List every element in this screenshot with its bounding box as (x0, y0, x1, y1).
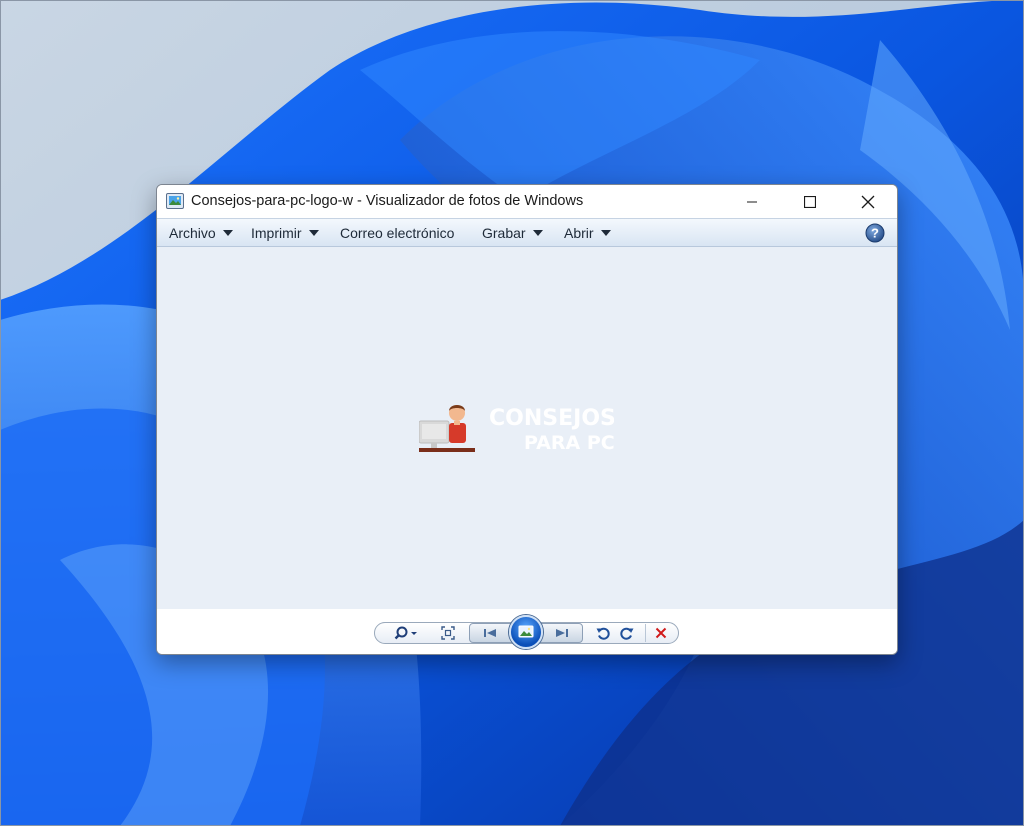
menu-imprimir[interactable]: Imprimir (251, 225, 319, 241)
image-viewport: CONSEJOS PARA PC (157, 247, 897, 609)
actual-size-icon (441, 626, 455, 640)
dropdown-arrow-icon (532, 230, 543, 236)
next-icon (556, 629, 568, 637)
window-title: Consejos-para-pc-logo-w - Visualizador d… (191, 193, 584, 209)
actual-size-button[interactable] (437, 624, 459, 642)
maximize-button[interactable] (781, 185, 839, 218)
menu-label: Correo electrónico (340, 225, 455, 241)
maximize-icon (804, 195, 816, 208)
next-button[interactable] (547, 625, 577, 641)
logo-line2: PARA PC (524, 432, 614, 454)
consejos-para-pc-logo: CONSEJOS PARA PC (419, 405, 614, 454)
slideshow-icon (518, 625, 534, 638)
delete-button[interactable] (651, 624, 671, 642)
menu-abrir[interactable]: Abrir (564, 225, 611, 241)
menu-correo-electronico[interactable]: Correo electrónico (340, 225, 454, 241)
menu-bar: Archivo Imprimir Correo electrónico Grab… (157, 218, 897, 247)
menu-label: Imprimir (251, 225, 302, 241)
menu-label: Archivo (169, 225, 216, 241)
delete-icon (655, 627, 667, 639)
dropdown-arrow-icon (308, 230, 319, 236)
slideshow-button[interactable] (509, 615, 543, 649)
menu-archivo[interactable]: Archivo (169, 225, 233, 241)
help-icon[interactable]: ? (865, 223, 885, 243)
photo-viewer-icon (166, 193, 184, 209)
minimize-icon (747, 201, 757, 202)
minimize-button[interactable] (723, 185, 781, 218)
title-bar[interactable]: Consejos-para-pc-logo-w - Visualizador d… (157, 185, 897, 218)
close-icon (861, 195, 875, 208)
toolbar-divider (645, 624, 646, 642)
previous-button[interactable] (475, 625, 505, 641)
logo-line1: CONSEJOS (489, 406, 614, 431)
dropdown-arrow-icon (600, 230, 611, 236)
svg-text:?: ? (871, 226, 879, 241)
menu-grabar[interactable]: Grabar (482, 225, 543, 241)
rotate-right-button[interactable] (617, 624, 637, 642)
zoom-button[interactable] (393, 624, 421, 642)
dropdown-arrow-icon (222, 230, 233, 236)
menu-label: Abrir (564, 225, 594, 241)
rotate-left-button[interactable] (593, 624, 613, 642)
close-button[interactable] (839, 185, 897, 218)
previous-icon (484, 629, 496, 637)
menu-label: Grabar (482, 225, 526, 241)
bottom-toolbar (157, 609, 897, 654)
zoom-icon (394, 626, 417, 640)
rotate-right-icon (620, 627, 634, 640)
rotate-left-icon (596, 627, 610, 640)
photo-viewer-window: Consejos-para-pc-logo-w - Visualizador d… (156, 184, 898, 655)
